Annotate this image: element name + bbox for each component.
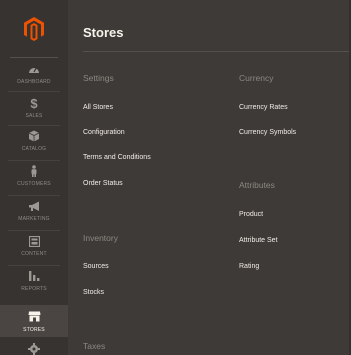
nav-dashboard[interactable]: DASHBOARD [0,62,68,90]
section-heading-settings: Settings [83,73,114,83]
storefront-icon [26,310,42,324]
nav-label: REPORTS [21,286,47,292]
divider [83,51,351,52]
nav-marketing[interactable]: MARKETING [0,199,68,227]
nav-system[interactable] [0,342,68,355]
page-title: Stores [83,25,124,40]
divider [8,160,60,161]
divider [8,265,60,266]
nav-label: DASHBOARD [17,79,51,85]
layout-icon [26,234,42,248]
menu-link-terms-and-conditions[interactable]: Terms and Conditions [83,154,151,161]
menu-link-stocks[interactable]: Stocks [83,289,104,296]
section-heading-inventory: Inventory [83,233,118,243]
menu-link-rating[interactable]: Rating [239,263,259,270]
nav-sales[interactable]: $ SALES [0,96,68,124]
menu-link-order-status[interactable]: Order Status [83,180,123,187]
person-icon [26,164,42,178]
divider [8,195,60,196]
cube-icon [26,129,42,143]
nav-label: CUSTOMERS [17,181,51,187]
divider [10,57,58,58]
nav-label: MARKETING [18,216,50,222]
menu-link-currency-symbols[interactable]: Currency Symbols [239,129,296,136]
logo[interactable] [0,0,68,58]
admin-sidebar: DASHBOARD $ SALES CATALOG CUSTOMERS MARK… [0,0,68,355]
nav-label: CATALOG [21,146,47,152]
menu-link-attribute-set[interactable]: Attribute Set [239,237,278,244]
bar-chart-icon [26,269,42,283]
section-heading-currency: Currency [239,73,274,83]
menu-link-currency-rates[interactable]: Currency Rates [239,104,288,111]
nav-content[interactable]: CONTENT [0,234,68,262]
section-heading-attributes: Attributes [239,180,275,190]
divider [8,125,60,126]
divider [8,91,60,92]
divider [8,230,60,231]
section-heading-taxes: Taxes [83,341,106,351]
megaphone-icon [26,199,42,213]
dashboard-gauge-icon [26,62,42,76]
nav-label: CONTENT [21,251,47,257]
menu-link-sources[interactable]: Sources [83,263,109,270]
dollar-icon: $ [30,95,38,111]
menu-link-product[interactable]: Product [239,211,263,218]
nav-label: STORES [23,326,45,333]
magento-logo-icon [24,17,44,41]
nav-catalog[interactable]: CATALOG [0,129,68,157]
nav-label: SALES [25,113,43,119]
nav-reports[interactable]: REPORTS [0,269,68,299]
nav-stores[interactable]: STORES [0,305,68,337]
gear-icon [26,342,42,355]
menu-link-configuration[interactable]: Configuration [83,129,125,136]
menu-link-all-stores[interactable]: All Stores [83,104,113,111]
nav-customers[interactable]: CUSTOMERS [0,164,68,192]
stores-flyout-panel: Stores Settings All Stores Configuration… [68,0,351,355]
